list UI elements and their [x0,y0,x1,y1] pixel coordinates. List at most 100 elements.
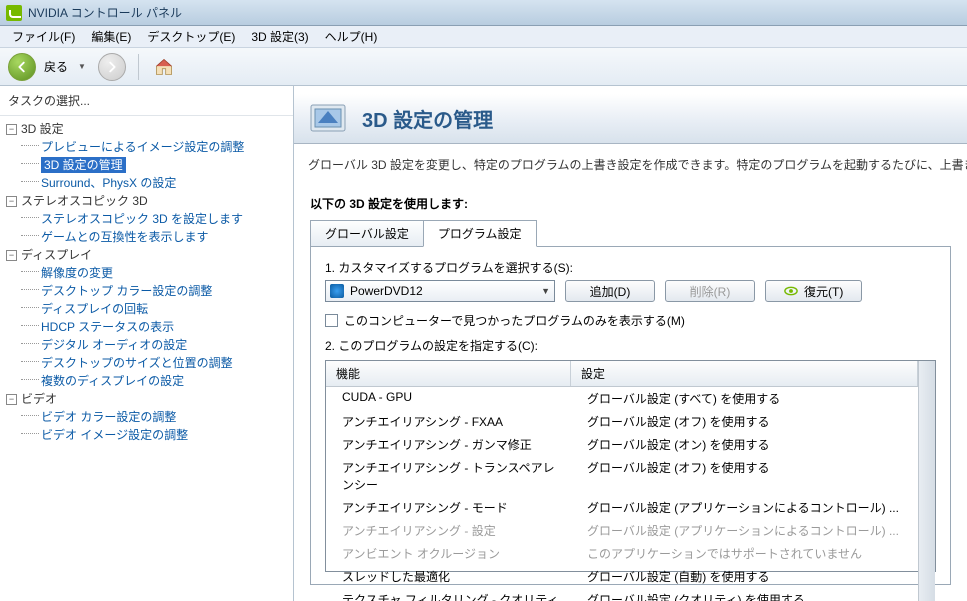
step1-label: 1. カスタマイズするプログラムを選択する(S): [325,259,936,276]
tree-item[interactable]: 複数のディスプレイの設定 [6,372,287,390]
settings-table: 機能 設定 CUDA - GPUグローバル設定 (すべて) を使用するアンチエイ… [325,360,936,572]
tree-item[interactable]: 3D 設定の管理 [6,156,287,174]
tree-item[interactable]: ステレオスコピック 3D を設定します [6,210,287,228]
window-title: NVIDIA コントロール パネル [28,4,182,21]
program-select-value: PowerDVD12 [350,284,535,298]
tab-panel: 1. カスタマイズするプログラムを選択する(S): PowerDVD12 ▼ 追… [310,246,951,585]
menu-file[interactable]: ファイル(F) [4,26,83,47]
tree-item[interactable]: プレビューによるイメージ設定の調整 [6,138,287,156]
tree-item[interactable]: ディスプレイの回転 [6,300,287,318]
settings-value: グローバル設定 (クオリティ) を使用する [571,588,918,601]
tab-global-settings[interactable]: グローバル設定 [310,220,424,247]
forward-button[interactable] [98,53,126,81]
page-header-icon [308,99,348,139]
sidebar-header: タスクの選択... [0,86,293,116]
task-tree: −3D 設定プレビューによるイメージ設定の調整3D 設定の管理Surround、… [0,116,293,601]
settings-value: グローバル設定 (すべて) を使用する [571,387,918,410]
settings-scrollbar[interactable] [918,361,935,601]
settings-row[interactable]: CUDA - GPUグローバル設定 (すべて) を使用する [326,387,918,410]
tree-item-label: 複数のディスプレイの設定 [41,373,184,389]
program-app-icon [330,284,344,298]
settings-feature: テクスチャ フィルタリング - クオリティ [326,588,571,601]
page-description: グローバル 3D 設定を変更し、特定のプログラムの上書き設定を作成できます。特定… [294,144,967,185]
content-area: 3D 設定の管理 グローバル 3D 設定を変更し、特定のプログラムの上書き設定を… [294,86,967,601]
settings-feature: アンチエイリアシング - モード [326,496,571,519]
program-select[interactable]: PowerDVD12 ▼ [325,280,555,302]
nvidia-eye-icon [784,284,798,298]
settings-row: アンチエイリアシング - 設定グローバル設定 (アプリケーションによるコントロー… [326,519,918,542]
settings-value: このアプリケーションではサポートされていません [571,542,918,565]
tree-item[interactable]: デジタル オーディオの設定 [6,336,287,354]
menu-edit[interactable]: 編集(E) [83,26,139,47]
page-title: 3D 設定の管理 [362,104,493,133]
tree-item[interactable]: HDCP ステータスの表示 [6,318,287,336]
settings-value: グローバル設定 (アプリケーションによるコントロール) ... [571,496,918,519]
tab-program-settings[interactable]: プログラム設定 [423,220,537,247]
settings-feature: アンチエイリアシング - トランスペアレンシー [326,456,571,496]
settings-feature: アンチエイリアシング - ガンマ修正 [326,433,571,456]
settings-row[interactable]: アンチエイリアシング - FXAAグローバル設定 (オフ) を使用する [326,410,918,433]
settings-row[interactable]: テクスチャ フィルタリング - クオリティグローバル設定 (クオリティ) を使用… [326,588,918,601]
tree-toggle-icon[interactable]: − [6,250,17,261]
tree-item[interactable]: ゲームとの互換性を表示します [6,228,287,246]
settings-value: グローバル設定 (オフ) を使用する [571,410,918,433]
settings-row: アンビエント オクルージョンこのアプリケーションではサポートされていません [326,542,918,565]
settings-row[interactable]: スレッドした最適化グローバル設定 (自動) を使用する [326,565,918,588]
tree-item-label: ステレオスコピック 3D を設定します [41,211,243,227]
tree-item[interactable]: ビデオ イメージ設定の調整 [6,426,287,444]
tree-toggle-icon[interactable]: − [6,394,17,405]
settings-table-body: CUDA - GPUグローバル設定 (すべて) を使用するアンチエイリアシング … [326,387,918,601]
menu-desktop[interactable]: デスクトップ(E) [139,26,243,47]
tree-item-label: デスクトップのサイズと位置の調整 [41,355,233,371]
back-button[interactable] [8,53,36,81]
titlebar: NVIDIA コントロール パネル [0,0,967,26]
settings-feature: アンチエイリアシング - FXAA [326,410,571,433]
settings-feature: スレッドした最適化 [326,565,571,588]
back-label: 戻る [44,58,68,75]
tree-group[interactable]: −ステレオスコピック 3D [6,192,287,210]
tree-group-label: ステレオスコピック 3D [21,193,148,209]
tree-group-label: 3D 設定 [21,121,64,137]
col-header-setting: 設定 [571,361,918,386]
tree-item-label: Surround、PhysX の設定 [41,175,176,191]
settings-row[interactable]: アンチエイリアシング - モードグローバル設定 (アプリケーションによるコントロ… [326,496,918,519]
tree-group-label: ディスプレイ [21,247,92,263]
tree-item[interactable]: ビデオ カラー設定の調整 [6,408,287,426]
tree-item-label: ビデオ イメージ設定の調整 [41,427,188,443]
menu-help[interactable]: ヘルプ(H) [317,26,386,47]
tree-item[interactable]: Surround、PhysX の設定 [6,174,287,192]
back-history-dropdown[interactable]: ▼ [78,62,86,71]
tree-group[interactable]: −ビデオ [6,390,287,408]
tree-group[interactable]: −3D 設定 [6,120,287,138]
settings-value: グローバル設定 (アプリケーションによるコントロール) ... [571,519,918,542]
step2-label: 2. このプログラムの設定を指定する(C): [325,337,936,354]
tree-item-label: ビデオ カラー設定の調整 [41,409,176,425]
settings-value: グローバル設定 (オフ) を使用する [571,456,918,496]
menu-3d[interactable]: 3D 設定(3) [243,26,316,47]
settings-feature: アンチエイリアシング - 設定 [326,519,571,542]
toolbar: 戻る ▼ [0,48,967,86]
tree-item-label: ディスプレイの回転 [41,301,148,317]
tree-item-label: プレビューによるイメージ設定の調整 [41,139,244,155]
tree-group-label: ビデオ [21,391,57,407]
tree-item[interactable]: デスクトップのサイズと位置の調整 [6,354,287,372]
tree-toggle-icon[interactable]: − [6,196,17,207]
add-button[interactable]: 追加(D) [565,280,655,302]
home-button[interactable] [151,54,177,80]
chevron-down-icon: ▼ [541,286,550,296]
only-found-checkbox[interactable] [325,314,338,327]
tree-item[interactable]: デスクトップ カラー設定の調整 [6,282,287,300]
settings-row[interactable]: アンチエイリアシング - トランスペアレンシーグローバル設定 (オフ) を使用す… [326,456,918,496]
section-title: 以下の 3D 設定を使用します: [294,185,967,220]
restore-button[interactable]: 復元(T) [765,280,862,302]
tree-item[interactable]: 解像度の変更 [6,264,287,282]
menubar: ファイル(F) 編集(E) デスクトップ(E) 3D 設定(3) ヘルプ(H) [0,26,967,48]
page-header: 3D 設定の管理 [294,94,967,144]
tab-strip: グローバル設定 プログラム設定 [310,220,951,247]
remove-button[interactable]: 削除(R) [665,280,755,302]
tree-item-label: HDCP ステータスの表示 [41,319,174,335]
tree-toggle-icon[interactable]: − [6,124,17,135]
settings-row[interactable]: アンチエイリアシング - ガンマ修正グローバル設定 (オン) を使用する [326,433,918,456]
toolbar-separator [138,54,139,80]
tree-group[interactable]: −ディスプレイ [6,246,287,264]
